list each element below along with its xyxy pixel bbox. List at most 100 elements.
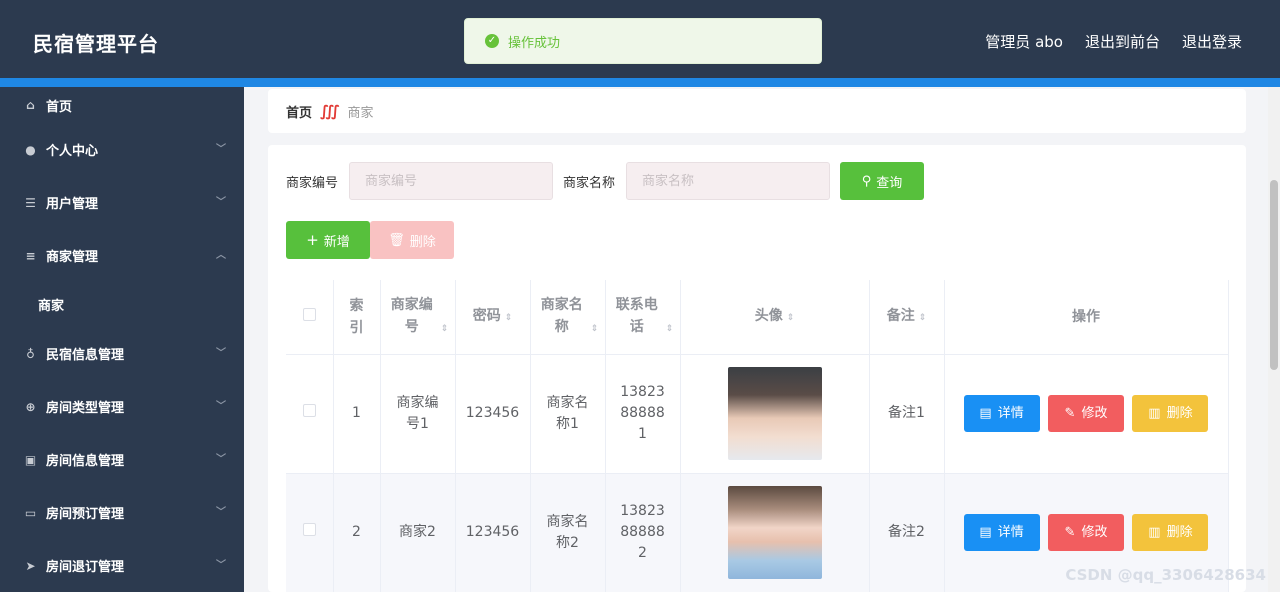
index-cell: 2	[333, 473, 381, 592]
chevron-up-icon: ︿	[216, 250, 226, 261]
delete-button[interactable]: ▥ 删除	[1132, 395, 1209, 432]
sidebar-item-cancellations[interactable]: ➤ 房间退订管理 ﹀	[0, 539, 244, 592]
menu-icon: ≡	[25, 248, 36, 263]
app-title: 民宿管理平台	[33, 32, 159, 56]
name-cell: 商家名称1	[530, 354, 606, 474]
phone-cell: 13823888882	[605, 473, 681, 592]
edit-label: 修改	[1081, 525, 1108, 540]
column-header-label: 联系电话	[615, 296, 658, 335]
merchant-name-label: 商家名称	[563, 175, 616, 191]
sidebar-item-merchants[interactable]: ≡ 商家管理 ︿	[0, 229, 244, 282]
avatar	[727, 486, 822, 579]
code-text: 商家编号1	[396, 394, 439, 432]
column-header[interactable]: 商家名称 ⇕	[530, 280, 606, 355]
name-cell: 商家名称2	[530, 473, 606, 592]
select-all-checkbox[interactable]	[302, 307, 316, 321]
sidebar-item-label: 房间预订管理	[46, 507, 125, 522]
bulk-delete-button[interactable]: 🗑 删除	[370, 221, 454, 259]
column-header: 操作	[944, 280, 1229, 355]
detail-button[interactable]: ▤ 详情	[963, 395, 1040, 432]
row-checkbox[interactable]	[302, 523, 316, 536]
sort-icon[interactable]: ⇕	[441, 318, 449, 340]
delete-label: 删除	[1166, 525, 1193, 540]
page-scrollbar[interactable]	[1268, 87, 1280, 592]
remark-cell: 备注1	[869, 354, 945, 474]
sidebar-item-label: 房间信息管理	[46, 454, 125, 469]
row-select-cell	[286, 354, 334, 474]
edit-button[interactable]: ✎ 修改	[1048, 514, 1124, 551]
detail-label: 详情	[997, 525, 1024, 540]
column-header[interactable]: 密码 ⇕	[455, 280, 531, 355]
column-header-label: 商家名称	[540, 296, 583, 335]
sort-icon[interactable]: ⇕	[505, 307, 513, 329]
merchant-table: 索引 商家编号 ⇕ 密码 ⇕ 商家名称 ⇕ 联系电话 ⇕ 头像 ⇕ 备注 ⇕ 操作 1 商家…	[286, 280, 1229, 592]
column-header-label: 头像	[754, 307, 783, 324]
scrollbar-thumb[interactable]	[1270, 180, 1278, 370]
avatar	[727, 367, 822, 460]
add-button-label: 新增	[323, 234, 350, 250]
sort-icon[interactable]: ⇕	[666, 318, 674, 340]
search-icon: ⚲	[861, 173, 872, 189]
sidebar-item-homestay-info[interactable]: ♁ 民宿信息管理 ﹀	[0, 327, 244, 380]
clipboard-icon: ▣	[24, 452, 37, 467]
trash-icon: 🗑	[388, 232, 405, 248]
user-icon: ●	[25, 142, 36, 157]
name-text: 商家名称2	[546, 513, 589, 551]
sidebar-item-bookings[interactable]: ▭ 房间预订管理 ﹀	[0, 486, 244, 539]
name-text: 商家名称1	[546, 394, 589, 432]
column-header[interactable]: 联系电话 ⇕	[605, 280, 681, 355]
pencil-icon: ✎	[1064, 525, 1076, 540]
table-row: 1 商家编号1 123456 商家名称1 13823888881 备注1 ▤ 详情…	[286, 354, 1229, 474]
sort-icon[interactable]: ⇕	[591, 318, 599, 340]
delete-label: 删除	[1166, 406, 1193, 421]
watermark-text: CSDN @qq_3306428634	[1065, 566, 1266, 584]
column-header[interactable]: 头像 ⇕	[680, 280, 870, 355]
query-button[interactable]: ⚲ 查询	[840, 162, 925, 200]
sort-icon[interactable]: ⇕	[919, 307, 927, 329]
add-button[interactable]: + 新增	[286, 221, 370, 259]
sidebar: ⌂ 首页 ● 个人中心 ﹀ ☰ 用户管理 ﹀ ≡ 商家管理 ︿ 商家 ♁ 民宿信…	[0, 87, 244, 592]
logout-link[interactable]: 退出登录	[1182, 31, 1242, 52]
column-header-label: 备注	[886, 307, 915, 324]
query-button-label: 查询	[876, 175, 903, 191]
sidebar-item-home[interactable]: ⌂ 首页	[0, 87, 244, 123]
breadcrumb-home[interactable]: 首页	[286, 102, 312, 121]
document-icon: ▤	[979, 525, 992, 540]
merchant-name-input[interactable]	[626, 162, 831, 200]
code-cell: 商家2	[380, 473, 456, 592]
column-header-label: 商家编号	[390, 296, 433, 335]
delete-button[interactable]: ▥ 删除	[1132, 514, 1209, 551]
password-cell: 123456	[455, 473, 531, 592]
edit-label: 修改	[1081, 406, 1108, 421]
chevron-down-icon: ﹀	[216, 454, 226, 465]
sidebar-item-room-types[interactable]: ⊕ 房间类型管理 ﹀	[0, 380, 244, 433]
detail-button[interactable]: ▤ 详情	[963, 514, 1040, 551]
sidebar-item-room-info[interactable]: ▣ 房间信息管理 ﹀	[0, 433, 244, 486]
sidebar-item-label: 首页	[46, 99, 73, 115]
sidebar-item-users[interactable]: ☰ 用户管理 ﹀	[0, 176, 244, 229]
row-select-cell	[286, 473, 334, 592]
column-header[interactable]: 商家编号 ⇕	[380, 280, 456, 355]
phone-cell: 13823888881	[605, 354, 681, 474]
mic-icon: ♁	[26, 346, 35, 361]
bulk-delete-label: 删除	[409, 234, 436, 250]
sort-icon[interactable]: ⇕	[787, 307, 795, 329]
sidebar-item-label: 房间类型管理	[46, 401, 125, 416]
chevron-down-icon: ﹀	[216, 507, 226, 518]
merchant-code-label: 商家编号	[286, 175, 339, 191]
column-header[interactable]: 备注 ⇕	[869, 280, 945, 355]
admin-label: 管理员 abo	[985, 33, 1063, 51]
row-checkbox[interactable]	[302, 404, 316, 417]
avatar-cell	[680, 473, 870, 592]
sidebar-item-profile[interactable]: ● 个人中心 ﹀	[0, 123, 244, 176]
top-header: 民宿管理平台 ✓ 操作成功 管理员 abo 退出到前台 退出登录	[0, 0, 1280, 78]
sidebar-subitem-merchant[interactable]: 商家	[0, 282, 244, 327]
edit-button[interactable]: ✎ 修改	[1048, 395, 1124, 432]
ops-cell: ▤ 详情 ✎ 修改 ▥ 删除	[944, 354, 1229, 474]
exit-to-front-link[interactable]: 退出到前台	[1085, 31, 1160, 52]
header-accent-stripe	[0, 78, 1280, 87]
check-circle-icon: ✓	[485, 34, 499, 48]
merchant-code-input[interactable]	[349, 162, 554, 200]
trash-icon: ▥	[1148, 406, 1161, 421]
column-header-label: 操作	[1072, 308, 1100, 325]
